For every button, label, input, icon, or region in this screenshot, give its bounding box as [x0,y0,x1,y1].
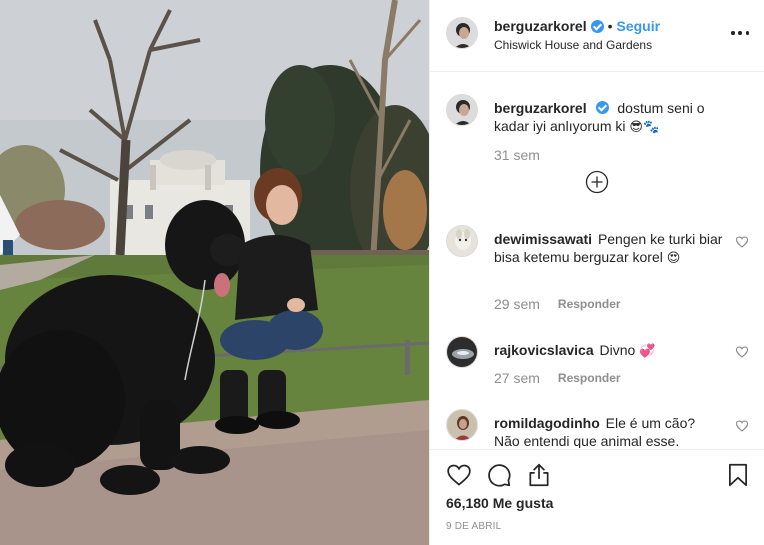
heart-icon[interactable] [446,462,472,488]
comment-time[interactable]: 29 sem [494,296,540,312]
separator-dot: • [607,18,613,34]
comment-text: Divno [599,342,636,358]
comment-username[interactable]: romildagodinho [494,415,600,431]
caption-emoji: 😎🐾 [629,120,660,135]
post-side-panel: berguzarkorel • Seguir Chiswick House an… [429,0,764,545]
author-username[interactable]: berguzarkorel [494,18,587,34]
comment-meta: 29 sem Responder [494,296,621,312]
avatar-image [447,18,477,48]
likes-count[interactable]: 66,180 Me gusta [446,495,553,511]
comments-list[interactable]: berguzarkorel dostum seni o kadar iyi an… [430,72,764,448]
post-location[interactable]: Chiswick House and Gardens [494,38,652,52]
comment-heart-icon[interactable] [735,419,749,433]
comment-body: romildagodinho Ele é um cão? Não entendi… [494,414,724,448]
comment-username[interactable]: rajkovicslavica [494,342,594,358]
comment-emoji: 😍 [666,251,681,266]
post-actions: 66,180 Me gusta 9 DE ABRIL [430,449,764,545]
verified-badge-icon [596,101,610,114]
avatar-image [447,410,477,440]
likes-number: 66,180 [446,495,489,511]
commenter-avatar[interactable] [446,409,478,441]
reply-button[interactable]: Responder [558,371,621,386]
verified-badge-icon [590,19,604,33]
post-header: berguzarkorel • Seguir Chiswick House an… [430,0,764,72]
instagram-post: berguzarkorel • Seguir Chiswick House an… [0,0,764,545]
avatar-image [447,337,477,367]
comment-heart-icon[interactable] [735,345,749,359]
likes-label: Me gusta [492,495,554,511]
comment-item: dewimissawati Pengen ke turki biar bisa … [446,225,749,312]
header-title-line: berguzarkorel • Seguir [494,18,660,34]
dot-icon [745,31,749,35]
more-options-icon[interactable] [731,24,749,42]
comment-bubble-icon[interactable] [486,462,512,488]
comment-item: rajkovicslavica Divno 💞 27 sem Responder [446,336,749,396]
caption-avatar[interactable] [446,94,478,126]
reply-button[interactable]: Responder [558,297,621,312]
comment-heart-icon[interactable] [735,235,749,249]
comment-emoji: 💞 [639,344,656,359]
dot-icon [731,31,735,35]
caption-body: berguzarkorel dostum seni o kadar iyi an… [494,99,724,137]
caption-time[interactable]: 31 sem [494,147,540,163]
post-photo[interactable] [0,0,429,545]
avatar-image [447,226,477,256]
dot-icon [738,31,742,35]
caption-meta: 31 sem [494,147,540,163]
commenter-avatar[interactable] [446,336,478,368]
comment-item: romildagodinho Ele é um cão? Não entendi… [446,409,749,448]
bookmark-icon[interactable] [725,462,751,488]
plus-circle-icon[interactable] [585,170,609,194]
share-icon[interactable] [526,462,552,488]
comment-username[interactable]: dewimissawati [494,231,592,247]
comment-body: dewimissawati Pengen ke turki biar bisa … [494,230,724,268]
comment-body: rajkovicslavica Divno 💞 [494,341,724,361]
follow-button[interactable]: Seguir [617,18,661,34]
avatar-image [447,95,477,125]
caption-username[interactable]: berguzarkorel [494,100,587,116]
photo-scene [0,0,429,545]
comment-meta: 27 sem Responder [494,370,621,386]
comment-time[interactable]: 27 sem [494,370,540,386]
author-avatar[interactable] [446,17,478,49]
post-date[interactable]: 9 DE ABRIL [446,521,501,532]
commenter-avatar[interactable] [446,225,478,257]
